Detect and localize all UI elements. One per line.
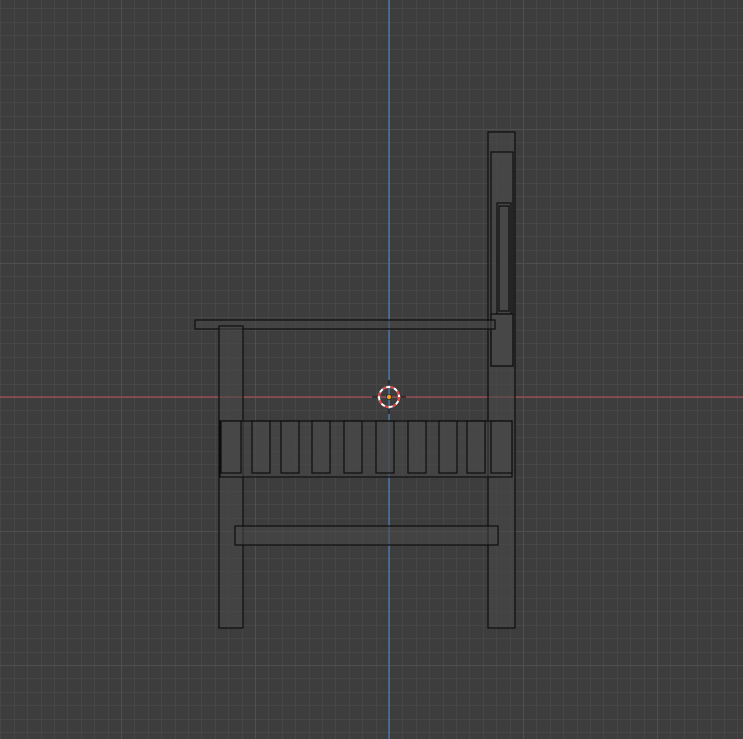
seat-slat[interactable]	[311, 420, 331, 474]
stretcher-bar[interactable]	[234, 525, 499, 546]
seat-slat[interactable]	[466, 420, 486, 474]
3d-viewport[interactable]	[0, 0, 743, 739]
seat-slat[interactable]	[280, 420, 300, 474]
seat-slat[interactable]	[220, 420, 242, 474]
object-origin-icon	[386, 394, 392, 400]
seat-slat[interactable]	[407, 420, 427, 474]
seat-slat[interactable]	[251, 420, 271, 474]
seat-slat[interactable]	[438, 420, 458, 474]
viewport-background	[0, 0, 743, 739]
seat-slat[interactable]	[490, 420, 513, 474]
viewport-canvas[interactable]	[0, 0, 743, 739]
seat-slat[interactable]	[343, 420, 363, 474]
seat-slat[interactable]	[375, 420, 395, 474]
